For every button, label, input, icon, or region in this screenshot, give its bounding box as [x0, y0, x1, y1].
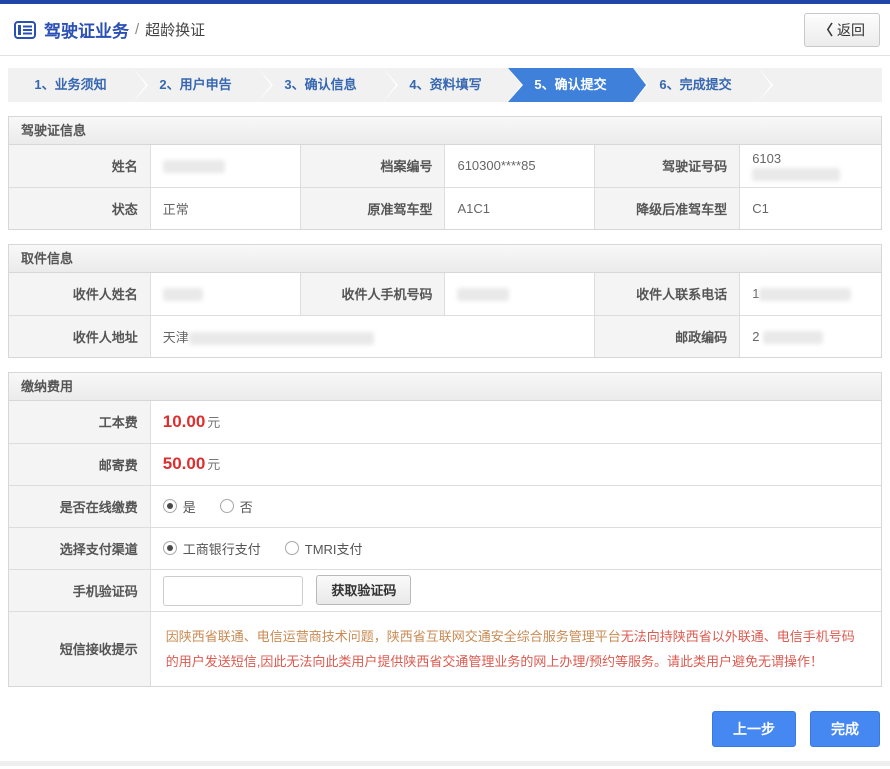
footer-actions: 上一步 完成: [0, 711, 880, 748]
step-5-confirm-submit: 5、确认提交: [508, 68, 648, 102]
table-row: 是否在线缴费 是 否: [9, 484, 881, 527]
payment-section: 缴纳费用 工本费 10.00 元 邮寄费 50.00 元 是否在线缴费 是 否 选择…: [8, 372, 882, 688]
sms-notice-text: 因陕西省联通、电信运营商技术问题，陕西省互联网交通安全综合服务管理平台无法向持陕…: [149, 610, 881, 687]
table-row: 收件人姓名 收件人手机号码 收件人联系电话 1: [9, 273, 881, 315]
downgraded-class-label: 降级后准驾车型: [594, 186, 740, 229]
channel-tmri-radio[interactable]: [284, 541, 299, 555]
redacted-value: [752, 167, 841, 181]
online-pay-no-radio[interactable]: [219, 499, 234, 513]
breadcrumb-separator: /: [135, 21, 140, 38]
previous-step-button[interactable]: 上一步: [712, 711, 796, 748]
payment-channel-label: 选择支付渠道: [9, 526, 151, 569]
recipient-address-label: 收件人地址: [9, 314, 151, 357]
get-code-button[interactable]: 获取验证码: [316, 574, 412, 605]
recipient-name-label: 收件人姓名: [9, 273, 151, 315]
payment-section-title: 缴纳费用: [9, 373, 881, 401]
redacted-value: [763, 330, 824, 344]
redacted-value: [162, 160, 225, 174]
chevron-left-icon: 〈: [819, 21, 833, 38]
table-row: 邮寄费 50.00 元: [9, 442, 881, 485]
table-row: 工本费 10.00 元: [9, 401, 881, 443]
mail-fee-value: 50.00 元: [149, 442, 881, 485]
step-4-fill-data: 4、资料填写: [383, 68, 523, 102]
work-fee-value: 10.00 元: [149, 401, 881, 443]
work-fee-label: 工本费: [9, 401, 151, 443]
redacted-value: [759, 288, 852, 302]
sms-notice-label: 短信接收提示: [9, 610, 151, 687]
breadcrumb-current: 超龄换证: [145, 22, 206, 39]
finish-button[interactable]: 完成: [810, 711, 880, 748]
wizard-filler: [758, 68, 882, 102]
postal-code-value: 2: [739, 314, 881, 357]
page-header: 驾驶证业务 / 超龄换证 〈返回: [0, 4, 890, 56]
file-number-value: 610300****85: [444, 145, 595, 187]
list-icon: [14, 20, 36, 39]
table-row: 姓名 档案编号 610300****85 驾驶证号码 6103: [9, 145, 881, 187]
table-row: 选择支付渠道 工商银行支付 TMRI支付: [9, 526, 881, 569]
channel-icbc-radio[interactable]: [162, 541, 177, 555]
license-number-label: 驾驶证号码: [594, 145, 740, 187]
step-1-business-notice: 1、业务须知: [8, 68, 148, 102]
channel-icbc-label[interactable]: 工商银行支付: [183, 539, 261, 558]
step-6-complete-submit: 6、完成提交: [633, 68, 773, 102]
step-wizard: 1、业务须知 2、用户申告 3、确认信息 4、资料填写 5、确认提交 6、完成提…: [8, 68, 882, 102]
sms-code-label: 手机验证码: [9, 568, 151, 611]
recipient-mobile-value: [444, 273, 595, 315]
table-row: 手机验证码 获取验证码: [9, 568, 881, 611]
page-title: 驾驶证业务: [44, 22, 129, 41]
online-pay-yes-label[interactable]: 是: [183, 497, 196, 516]
channel-tmri-label[interactable]: TMRI支付: [305, 539, 363, 558]
back-button-label: 返回: [837, 21, 865, 38]
table-row: 短信接收提示 因陕西省联通、电信运营商技术问题，陕西省互联网交通安全综合服务管理…: [9, 610, 881, 687]
back-button[interactable]: 〈返回: [804, 12, 880, 47]
redacted-value: [162, 288, 203, 302]
online-pay-yes-radio[interactable]: [162, 499, 177, 513]
recipient-phone-value: 1: [739, 273, 881, 315]
license-section-title: 驾驶证信息: [9, 117, 881, 145]
pickup-info-section: 取件信息 收件人姓名 收件人手机号码 收件人联系电话 1 收件人地址 天津 邮政…: [8, 244, 882, 358]
file-number-label: 档案编号: [299, 145, 445, 187]
online-pay-no-label[interactable]: 否: [240, 497, 253, 516]
notice-text-orange: 因陕西省联通、电信运营商技术问题，陕西省互联网交通安全综合服务管理平台: [165, 628, 621, 644]
license-info-section: 驾驶证信息 姓名 档案编号 610300****85 驾驶证号码 6103 状态…: [8, 116, 882, 230]
license-number-value: 6103: [739, 145, 881, 187]
redacted-value: [457, 288, 510, 302]
table-row: 收件人地址 天津 邮政编码 2: [9, 314, 881, 357]
status-label: 状态: [9, 186, 151, 229]
bottom-strip: [0, 761, 890, 767]
original-class-value: A1C1: [444, 186, 595, 229]
mail-fee-label: 邮寄费: [9, 442, 151, 485]
step-3-confirm-info: 3、确认信息: [258, 68, 398, 102]
name-value: [149, 145, 301, 187]
original-class-label: 原准驾车型: [299, 186, 445, 229]
table-row: 状态 正常 原准驾车型 A1C1 降级后准驾车型 C1: [9, 186, 881, 229]
recipient-address-value: 天津: [149, 314, 595, 357]
redacted-value: [188, 331, 374, 345]
recipient-name-value: [149, 273, 301, 315]
pickup-section-title: 取件信息: [9, 245, 881, 273]
step-2-user-declaration: 2、用户申告: [133, 68, 273, 102]
recipient-mobile-label: 收件人手机号码: [299, 273, 445, 315]
sms-code-input[interactable]: [162, 575, 303, 606]
downgraded-class-value: C1: [739, 186, 881, 229]
status-value: 正常: [149, 186, 301, 229]
recipient-phone-label: 收件人联系电话: [594, 273, 740, 315]
name-label: 姓名: [9, 145, 151, 187]
online-pay-label: 是否在线缴费: [9, 484, 151, 527]
postal-code-label: 邮政编码: [594, 314, 740, 357]
